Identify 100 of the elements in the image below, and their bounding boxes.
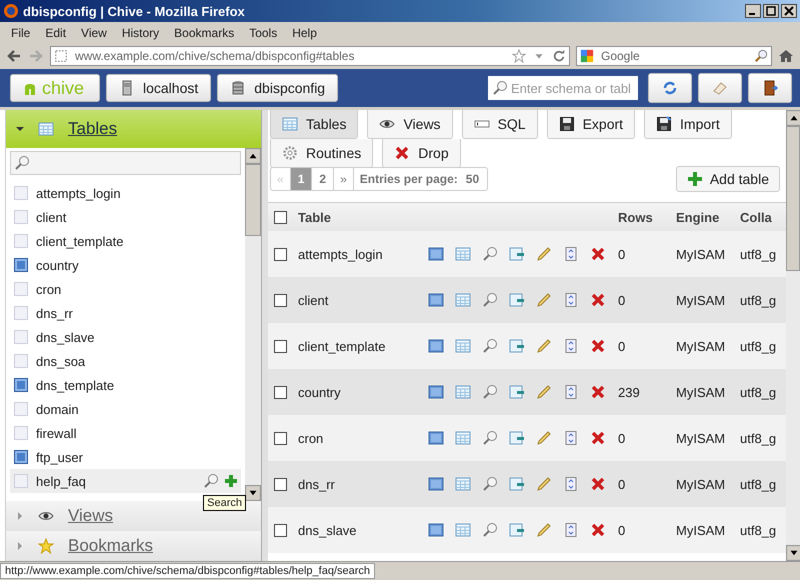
delete-icon[interactable] bbox=[590, 292, 606, 308]
address-field[interactable]: www.example.com/chive/schema/dbispconfig#tables bbox=[50, 46, 570, 66]
table-icon[interactable] bbox=[428, 246, 444, 262]
scrollbar[interactable] bbox=[245, 148, 261, 501]
column-header[interactable]: Colla bbox=[740, 210, 784, 224]
sidebar-table-item[interactable]: domain bbox=[10, 397, 241, 421]
scroll-up-icon[interactable] bbox=[786, 110, 800, 126]
expand-icon[interactable] bbox=[16, 542, 24, 550]
pencil-icon[interactable] bbox=[536, 384, 552, 400]
sidebar-table-item[interactable]: cron bbox=[10, 277, 241, 301]
toolbar-tab[interactable]: Import bbox=[644, 110, 732, 139]
pagination-link[interactable]: » bbox=[334, 168, 354, 190]
maximize-icon[interactable] bbox=[763, 4, 779, 18]
sidebar-table-item[interactable]: dns_slave bbox=[10, 325, 241, 349]
table-name-cell[interactable]: client bbox=[298, 292, 428, 308]
logout-button[interactable] bbox=[748, 73, 792, 103]
search-icon[interactable] bbox=[754, 49, 768, 63]
search-icon[interactable] bbox=[482, 430, 498, 446]
table-filter-field[interactable] bbox=[10, 151, 241, 175]
document-icon[interactable] bbox=[563, 292, 579, 308]
document-icon[interactable] bbox=[563, 338, 579, 354]
star-icon[interactable] bbox=[512, 49, 526, 63]
table-name-cell[interactable]: dns_slave bbox=[298, 522, 428, 538]
document-icon[interactable] bbox=[563, 522, 579, 538]
scroll-down-icon[interactable] bbox=[786, 545, 800, 561]
delete-icon[interactable] bbox=[590, 476, 606, 492]
toolbar-tab[interactable]: SQL bbox=[462, 110, 538, 139]
sidebar-table-item[interactable]: country bbox=[10, 253, 241, 277]
row-checkbox[interactable] bbox=[274, 524, 287, 536]
breadcrumb-button[interactable]: dbispconfig bbox=[217, 74, 338, 102]
add-table-button[interactable]: Add table bbox=[676, 166, 780, 192]
search-engine-icon[interactable] bbox=[580, 49, 594, 63]
select-all-checkbox[interactable] bbox=[274, 210, 287, 224]
table-name-cell[interactable]: client_template bbox=[298, 338, 428, 354]
scrollbar[interactable] bbox=[786, 110, 800, 561]
table-name-cell[interactable]: dns_rr bbox=[298, 476, 428, 492]
grid-icon[interactable] bbox=[455, 384, 471, 400]
menu-item[interactable]: View bbox=[74, 26, 115, 40]
grid-icon[interactable] bbox=[455, 476, 471, 492]
table-name-cell[interactable]: country bbox=[298, 384, 428, 400]
pencil-icon[interactable] bbox=[536, 338, 552, 354]
home-icon[interactable] bbox=[778, 48, 794, 64]
search-icon[interactable] bbox=[482, 384, 498, 400]
search-icon[interactable] bbox=[482, 522, 498, 538]
table-icon[interactable] bbox=[428, 292, 444, 308]
menu-item[interactable]: File bbox=[4, 26, 38, 40]
column-header[interactable]: Rows bbox=[618, 210, 676, 224]
entries-per-page-value[interactable]: 50 bbox=[458, 172, 488, 186]
collapse-icon[interactable] bbox=[16, 125, 24, 133]
pencil-icon[interactable] bbox=[536, 292, 552, 308]
delete-icon[interactable] bbox=[590, 430, 606, 446]
grid-icon[interactable] bbox=[455, 246, 471, 262]
sidebar-table-item[interactable]: client bbox=[10, 205, 241, 229]
search-icon[interactable] bbox=[482, 246, 498, 262]
toolbar-tab[interactable]: Views bbox=[367, 110, 453, 139]
table-name-cell[interactable]: cron bbox=[298, 430, 428, 446]
insert-row-icon[interactable] bbox=[509, 246, 525, 262]
close-icon[interactable] bbox=[781, 4, 797, 18]
row-checkbox[interactable] bbox=[274, 248, 287, 260]
table-name-cell[interactable]: attempts_login bbox=[298, 246, 428, 262]
scroll-up-icon[interactable] bbox=[245, 148, 261, 164]
sidebar-table-item[interactable]: dns_soa bbox=[10, 349, 241, 373]
scroll-down-icon[interactable] bbox=[245, 485, 261, 501]
search-icon[interactable] bbox=[482, 292, 498, 308]
row-checkbox[interactable] bbox=[274, 478, 287, 490]
table-icon[interactable] bbox=[428, 522, 444, 538]
delete-icon[interactable] bbox=[590, 338, 606, 354]
insert-row-icon[interactable] bbox=[509, 292, 525, 308]
insert-row-icon[interactable] bbox=[509, 338, 525, 354]
pencil-icon[interactable] bbox=[536, 476, 552, 492]
web-search-field[interactable]: Google bbox=[576, 46, 772, 66]
sidebar-section-header[interactable]: Bookmarks bbox=[6, 531, 261, 561]
toolbar-tab[interactable]: Export bbox=[546, 110, 636, 139]
menu-item[interactable]: History bbox=[114, 26, 168, 40]
sidebar-section-header[interactable]: Tables bbox=[6, 110, 261, 148]
insert-row-icon[interactable] bbox=[509, 384, 525, 400]
document-icon[interactable] bbox=[563, 384, 579, 400]
delete-icon[interactable] bbox=[590, 246, 606, 262]
menu-item[interactable]: Edit bbox=[38, 26, 74, 40]
toolbar-tab[interactable]: Drop bbox=[382, 139, 461, 168]
grid-icon[interactable] bbox=[455, 338, 471, 354]
toolbar-tab[interactable]: Tables bbox=[270, 110, 358, 139]
insert-row-icon[interactable] bbox=[509, 476, 525, 492]
delete-icon[interactable] bbox=[590, 384, 606, 400]
document-icon[interactable] bbox=[563, 430, 579, 446]
table-icon[interactable] bbox=[428, 430, 444, 446]
pencil-icon[interactable] bbox=[536, 430, 552, 446]
grid-icon[interactable] bbox=[455, 522, 471, 538]
search-icon[interactable] bbox=[482, 476, 498, 492]
insert-row-icon[interactable] bbox=[509, 430, 525, 446]
sidebar-table-item[interactable]: client_template bbox=[10, 229, 241, 253]
minimize-icon[interactable] bbox=[745, 4, 761, 18]
document-icon[interactable] bbox=[563, 476, 579, 492]
reload-icon[interactable] bbox=[552, 49, 566, 63]
pencil-icon[interactable] bbox=[536, 246, 552, 262]
insert-row-icon[interactable] bbox=[509, 522, 525, 538]
row-checkbox[interactable] bbox=[274, 432, 287, 444]
table-icon[interactable] bbox=[428, 338, 444, 354]
back-icon[interactable] bbox=[6, 48, 22, 64]
breadcrumb-button[interactable]: localhost bbox=[106, 74, 212, 102]
